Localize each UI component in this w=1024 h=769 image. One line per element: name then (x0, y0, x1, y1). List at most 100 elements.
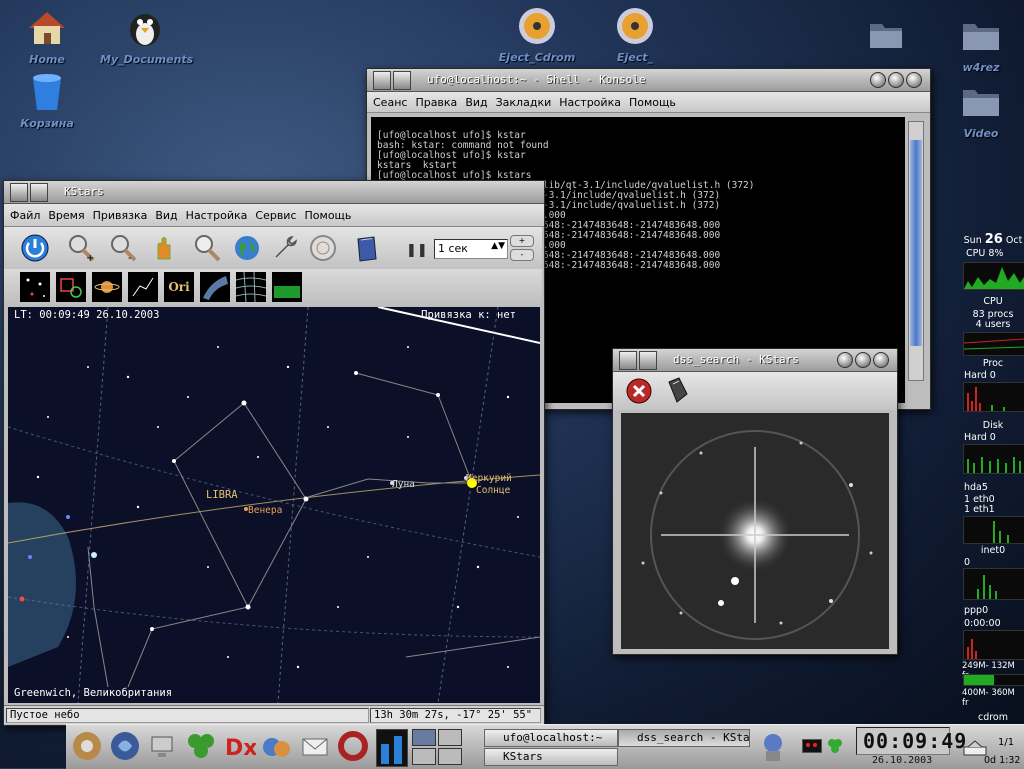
folder-icon (963, 90, 999, 116)
task-konsole[interactable]: ufo@localhost:~ (484, 729, 618, 747)
constellation-lines-icon[interactable] (128, 272, 158, 302)
dss-image[interactable] (621, 413, 889, 649)
sky-map[interactable]: LT: 00:09:49 26.10.2003 Привязка к: нет … (8, 307, 540, 703)
sticky-button[interactable] (30, 183, 48, 202)
minimize-button[interactable] (870, 72, 886, 88)
task-kstars[interactable]: KStars (484, 748, 618, 766)
hda5-graph (963, 516, 1024, 544)
menu-help[interactable]: Помощь (629, 96, 676, 109)
desktop-icon-eject-2[interactable]: Eject_ (590, 4, 680, 64)
desktop-icon-video[interactable]: Video (936, 80, 1024, 140)
desktop-icon-w4rez[interactable]: w4rez (936, 14, 1024, 74)
kstars-titlebar[interactable]: KStars (4, 181, 544, 204)
maximize-button[interactable] (855, 352, 871, 368)
telescope-icon[interactable] (308, 233, 338, 263)
wrench-icon[interactable] (270, 233, 300, 263)
constellation-names-toggle[interactable]: Ori (164, 272, 194, 302)
status-coordinates: 13h 30m 27s, -17° 25' 55" (370, 708, 541, 723)
close-button[interactable] (873, 352, 889, 368)
spin-arrows-icon[interactable]: ▲▼ (491, 241, 505, 251)
folder-icon[interactable] (866, 14, 906, 54)
menu-file[interactable]: Файл (10, 209, 40, 222)
stars-toggle-icon[interactable] (20, 272, 50, 302)
scrollbar-handle[interactable] (910, 140, 922, 346)
save-image-icon[interactable] (663, 376, 691, 406)
cpu-percent: CPU 8% (966, 248, 1004, 259)
tray-clover-icon[interactable] (826, 737, 844, 755)
desktop-icon-eject-cdrom[interactable]: Eject_Cdrom (492, 4, 582, 64)
book-icon[interactable] (352, 233, 382, 263)
venus-label: Венера (248, 505, 283, 516)
desktop-icon-trash[interactable]: Корзина (2, 70, 92, 130)
disk-label: Disk (982, 420, 1004, 431)
sun-label: Солнце (476, 485, 511, 496)
desktop-icon-my-documents[interactable]: My_Documents (100, 6, 193, 66)
pager-desktop-2[interactable] (438, 729, 462, 746)
step-increase-button[interactable]: + (510, 235, 534, 247)
globe-icon[interactable] (232, 233, 262, 263)
stop-icon[interactable] (625, 376, 653, 406)
deep-sky-toggle-icon[interactable] (56, 272, 86, 302)
terminal-scrollbar[interactable] (908, 121, 924, 381)
ring-icon[interactable] (336, 729, 370, 763)
trash-icon (33, 74, 61, 110)
time-step-spinbox[interactable]: 1 сек ▲▼ (434, 239, 508, 259)
volume-meters[interactable] (376, 729, 408, 767)
horizon-toggle-icon[interactable] (272, 272, 302, 302)
desktop-icon-label: Корзина (20, 117, 74, 130)
zoom-out-icon[interactable]: - (108, 233, 138, 263)
window-menu-button[interactable] (619, 351, 637, 370)
close-button[interactable] (906, 72, 922, 88)
menu-time[interactable]: Время (48, 209, 84, 222)
menu-settings[interactable]: Настройка (186, 209, 248, 222)
menu-view[interactable]: Вид (465, 96, 487, 109)
task-dss-search[interactable]: dss_search - KStars (618, 729, 750, 747)
maximize-button[interactable] (888, 72, 904, 88)
desktop-icon-label: Video (963, 127, 999, 140)
menu-view[interactable]: Вид (155, 209, 177, 222)
dss-titlebar[interactable]: dss_search - KStars (613, 349, 897, 372)
clover-icon[interactable] (184, 729, 218, 763)
digital-clock[interactable]: 00:09:49 (856, 727, 966, 755)
dx-icon[interactable]: Dx (222, 729, 256, 763)
pager-desktop-3[interactable] (412, 748, 436, 765)
konsole-titlebar[interactable]: ufo@localhost:~ - Shell - Konsole (367, 69, 930, 92)
window-menu-button[interactable] (373, 71, 391, 90)
menu-tools[interactable]: Сервис (255, 209, 296, 222)
planets-toggle-icon[interactable] (92, 272, 122, 302)
menu-help[interactable]: Помощь (305, 209, 352, 222)
clock-time: 00:09:49 (863, 729, 968, 753)
dss-search-window: dss_search - KStars (612, 348, 898, 655)
find-object-icon[interactable] (192, 233, 222, 263)
step-decrease-button[interactable]: - (510, 249, 534, 261)
house-icon (29, 12, 65, 44)
menu-focus[interactable]: Привязка (93, 209, 148, 222)
pause-button[interactable]: ❚❚ (406, 243, 428, 258)
menu-session[interactable]: Сеанс (373, 96, 407, 109)
minimize-button[interactable] (837, 352, 853, 368)
zoom-in-icon[interactable]: + (66, 233, 96, 263)
window-menu-button[interactable] (10, 183, 28, 202)
pager-desktop-4[interactable] (438, 748, 462, 765)
menu-edit[interactable]: Правка (415, 96, 457, 109)
network-icon[interactable] (146, 729, 180, 763)
grid-toggle-icon[interactable] (236, 272, 266, 302)
menu-bookmarks[interactable]: Закладки (496, 96, 552, 109)
sticky-button[interactable] (393, 71, 411, 90)
menu-settings[interactable]: Настройка (559, 96, 621, 109)
milky-way-toggle-icon[interactable] (200, 272, 230, 302)
mail-icon[interactable] (298, 729, 332, 763)
desktop-icon-home[interactable]: Home (2, 6, 92, 66)
hand-pointer-icon[interactable] (148, 233, 178, 263)
balls-icon[interactable] (260, 729, 294, 763)
robot-icon[interactable] (756, 729, 790, 763)
sticky-button[interactable] (639, 351, 657, 370)
k-menu-icon[interactable] (70, 729, 104, 763)
cdrom-icon (617, 8, 653, 44)
swirl-icon[interactable] (108, 729, 142, 763)
cdrom-tray-icon[interactable] (962, 737, 988, 757)
desktop-pager[interactable] (412, 729, 462, 765)
tray-monitor-icon[interactable] (802, 739, 822, 753)
pager-desktop-1[interactable] (412, 729, 436, 746)
power-icon[interactable] (20, 233, 50, 263)
